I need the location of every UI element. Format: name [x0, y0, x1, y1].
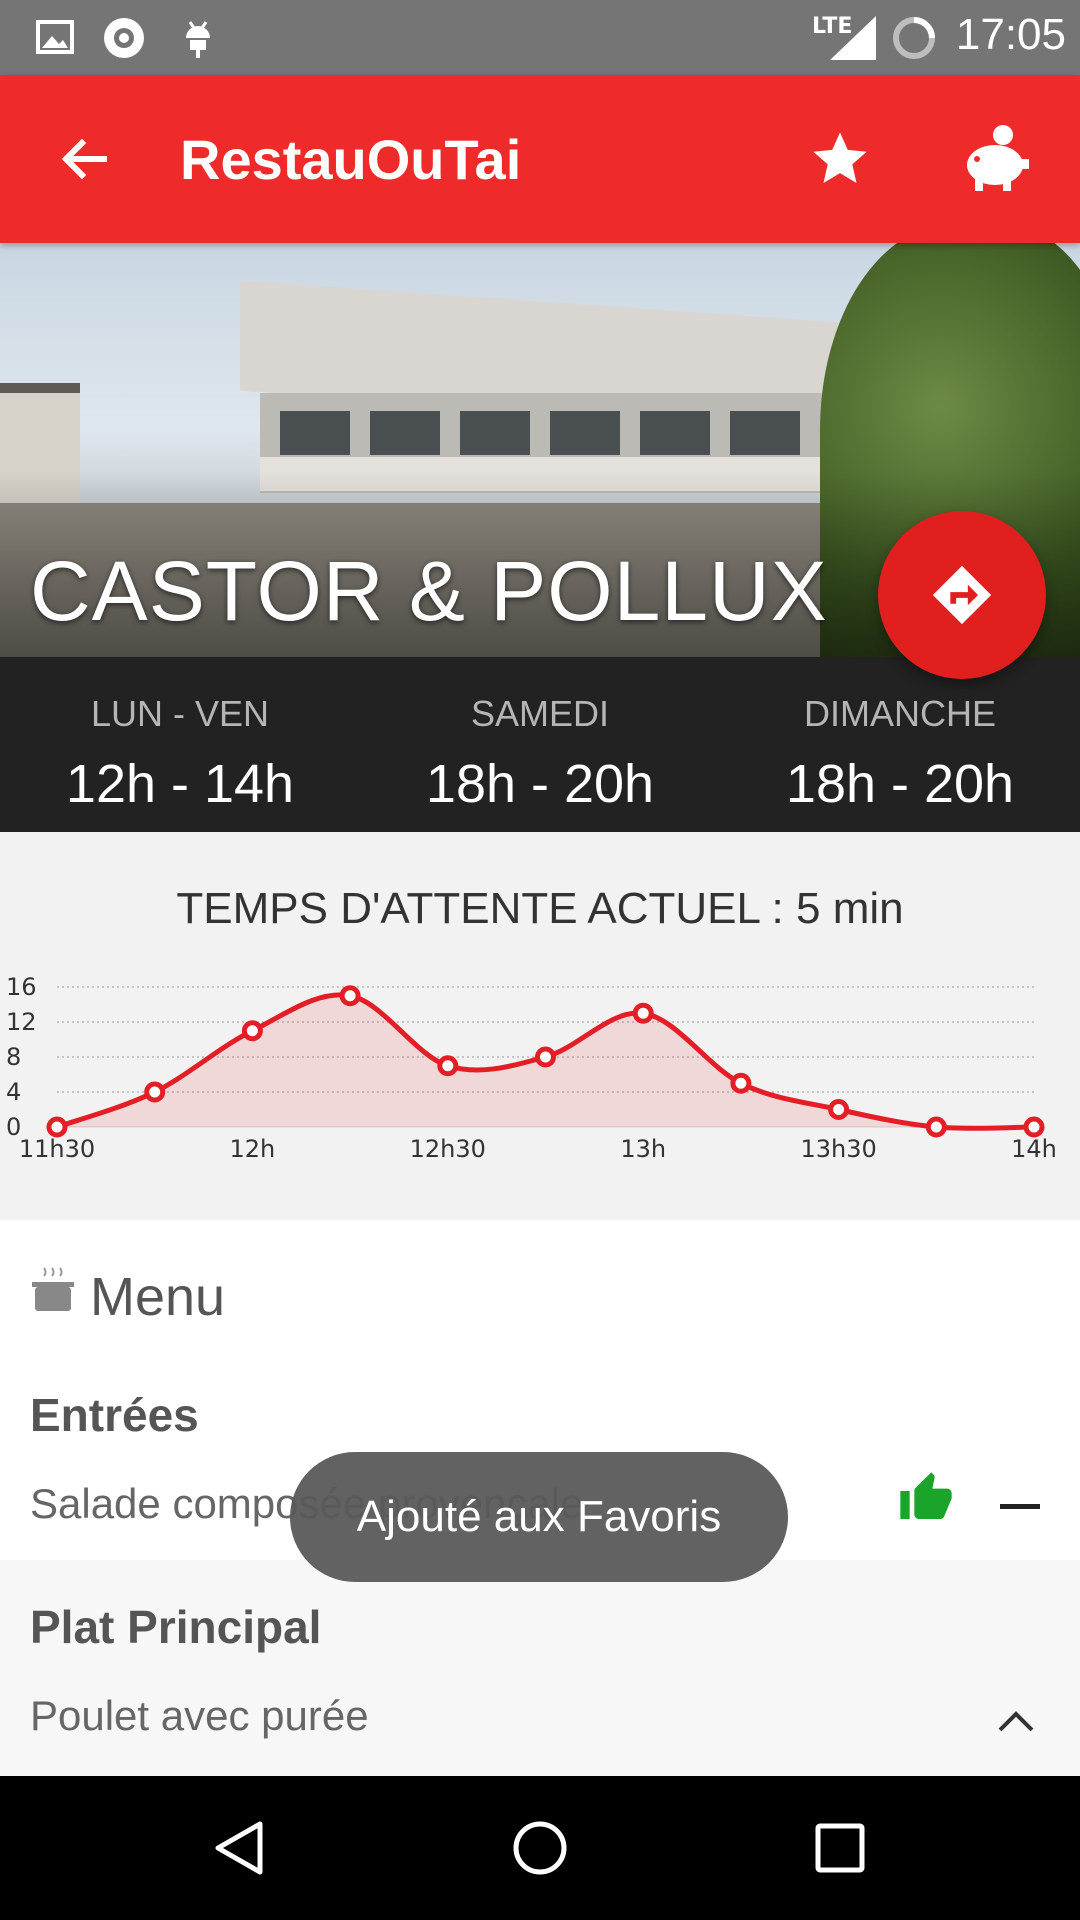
favorite-button[interactable] — [800, 119, 880, 199]
chart-x-tick-label: 12h30 — [410, 1135, 486, 1162]
chart-y-tick-label: 12 — [6, 1008, 37, 1036]
chart-x-tick-label: 13h30 — [800, 1135, 876, 1162]
chart-data-point — [535, 1046, 556, 1068]
status-time: 17:05 — [955, 10, 1066, 59]
app-title: RestauOuTai — [180, 128, 522, 191]
wait-time-title: TEMPS D'ATTENTE ACTUEL : 5 min — [176, 884, 904, 933]
section-title-plat-principal: Plat Principal — [30, 1601, 322, 1653]
chart-data-point — [144, 1081, 166, 1103]
chart-x-tick-label: 13h — [620, 1135, 666, 1162]
chart-x-tick-label: 14h — [1011, 1135, 1057, 1162]
sync-icon — [893, 17, 935, 59]
lte-signal-icon — [830, 16, 876, 60]
chart-data-point — [437, 1055, 459, 1077]
chart-data-point — [241, 1020, 263, 1042]
chart-x-tick-label: 12h — [230, 1135, 276, 1162]
chart-data-point — [1023, 1116, 1045, 1138]
wait-time-chart: 048121611h30 12h 12h30 13h 13h30 14h — [6, 973, 1057, 1162]
signal-app-icon — [104, 18, 144, 58]
back-icon — [215, 1821, 263, 1875]
recents-icon — [815, 1823, 865, 1873]
hours-day-label: LUN - VEN — [90, 693, 270, 734]
plat-principal-background — [0, 1560, 1080, 1776]
hours-day-label: DIMANCHE — [803, 693, 996, 734]
chart-y-tick-label: 4 — [6, 1078, 21, 1106]
toast: Ajouté aux Favoris — [290, 1452, 788, 1582]
chart-y-tick-label: 16 — [6, 973, 37, 1001]
home-icon — [513, 1821, 567, 1875]
status-bar: LTE 17:05 — [0, 0, 1080, 75]
chart-data-point — [339, 985, 361, 1007]
navigation-bar — [0, 1776, 1080, 1920]
piggy-bank-button[interactable] — [955, 119, 1035, 199]
section-title-entrees: Entrées — [30, 1389, 199, 1441]
menu-item: Poulet avec purée — [30, 1692, 369, 1739]
android-debug-icon — [186, 21, 210, 58]
hours-day-label: SAMEDI — [470, 693, 610, 734]
menu-title: Menu — [90, 1267, 226, 1327]
hours-value: 18h - 20h — [425, 754, 655, 814]
directions-button[interactable] — [878, 511, 1046, 679]
chart-data-point — [730, 1072, 752, 1094]
nav-home-button[interactable] — [500, 1808, 580, 1888]
nav-recents-button[interactable] — [800, 1808, 880, 1888]
remove-icon[interactable] — [1000, 1504, 1040, 1509]
wait-time-section: TEMPS D'ATTENTE ACTUEL : 5 min 0 4 8 12 16 11… — [0, 832, 1080, 1220]
back-button[interactable] — [44, 119, 124, 199]
chart-data-point — [925, 1116, 947, 1138]
arrow-back-icon — [61, 138, 107, 180]
chart-x-tick-label: 11h30 — [19, 1135, 95, 1162]
cooking-pot-icon — [32, 1267, 74, 1311]
hours-saturday: SAMEDI 18h - 20h — [360, 657, 720, 815]
chart-data-point — [632, 1002, 654, 1024]
hours-value: 18h - 20h — [785, 754, 1015, 814]
hours-sunday: DIMANCHE 18h - 20h — [720, 657, 1080, 815]
chevron-up-icon[interactable] — [996, 1708, 1036, 1734]
image-icon — [36, 20, 74, 54]
chart-data-point — [46, 1116, 68, 1138]
star-icon — [813, 132, 867, 183]
hours-weekdays: LUN - VEN 12h - 14h — [0, 657, 360, 815]
chart-data-point — [828, 1099, 850, 1120]
opening-hours: LUN - VEN 12h - 14h SAMEDI 18h - 20h DIM… — [0, 657, 1080, 832]
restaurant-name: CASTOR & POLLUX — [30, 544, 828, 638]
directions-icon — [932, 565, 992, 625]
app-bar: RestauOuTai — [0, 75, 1080, 243]
thumbs-up-icon[interactable] — [896, 1470, 956, 1526]
piggy-bank-icon — [967, 125, 1029, 191]
hours-value: 12h - 14h — [65, 754, 295, 814]
chart-y-tick-label: 8 — [6, 1043, 21, 1071]
nav-back-button[interactable] — [200, 1808, 280, 1888]
